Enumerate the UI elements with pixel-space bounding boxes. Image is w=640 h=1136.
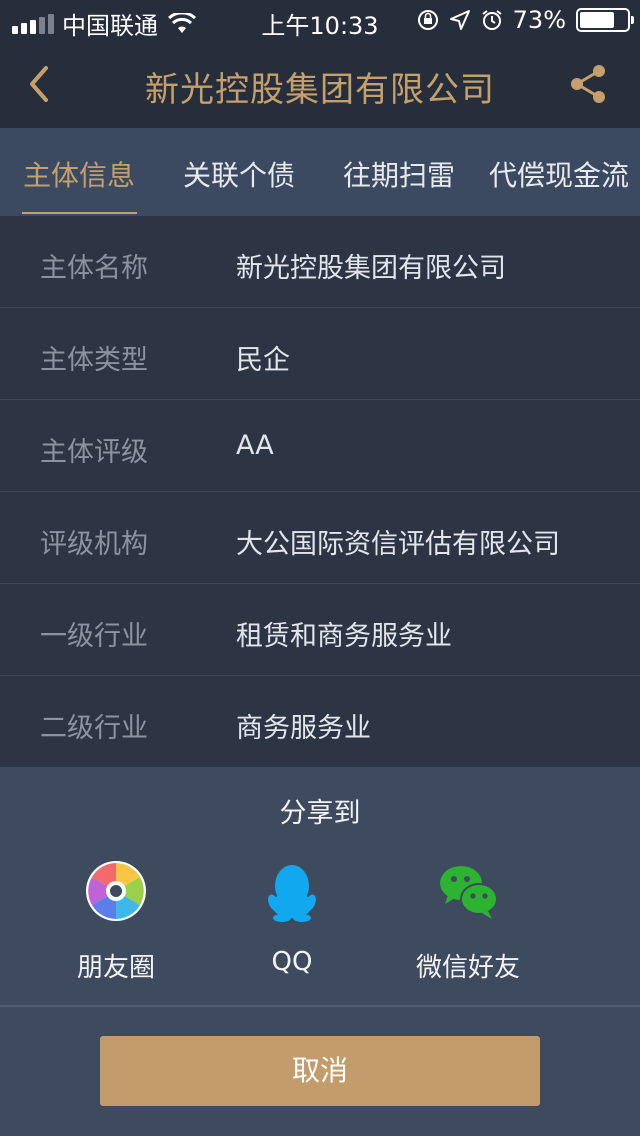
navigation-bar: 新光控股集团有限公司: [0, 40, 640, 128]
status-bar: 中国联通 上午10:33 73%: [0, 0, 640, 40]
share-option-label: QQ: [271, 947, 313, 977]
battery-percent: 73%: [512, 6, 566, 34]
location-arrow-icon: [449, 10, 470, 30]
alarm-icon: [482, 10, 502, 30]
share-option-label: 微信好友: [415, 953, 520, 983]
info-value: 商务服务业: [236, 713, 371, 744]
info-value: 大公国际资信评估有限公司: [236, 529, 560, 560]
tab-related-bonds[interactable]: 关联个债: [183, 154, 295, 194]
share-qq-button[interactable]: QQ: [212, 859, 372, 977]
info-row-primary-industry: 一级行业 租赁和商务服务业: [0, 584, 640, 676]
share-option-label: 朋友圈: [76, 953, 155, 983]
wechat-icon: [440, 866, 498, 919]
info-label: 一级行业: [40, 621, 148, 652]
moments-icon: [86, 861, 146, 921]
cancel-button[interactable]: 取消: [100, 1036, 540, 1106]
info-value: 民企: [236, 345, 290, 376]
page-title: 新光控股集团有限公司: [145, 70, 495, 110]
info-value: 新光控股集团有限公司: [236, 253, 506, 284]
entity-info-list: 主体名称 新光控股集团有限公司 主体类型 民企 主体评级 AA 评级机构 大公国…: [0, 216, 640, 768]
info-label: 二级行业: [40, 713, 148, 744]
info-row-entity-type: 主体类型 民企: [0, 308, 640, 400]
info-value: AA: [236, 430, 274, 461]
share-wechat-button[interactable]: 微信好友: [388, 859, 548, 984]
info-row-secondary-industry: 二级行业 商务服务业: [0, 676, 640, 768]
info-row-entity-name: 主体名称 新光控股集团有限公司: [0, 216, 640, 308]
qq-icon: [268, 865, 316, 922]
info-row-rating-agency: 评级机构 大公国际资信评估有限公司: [0, 492, 640, 584]
info-label: 主体名称: [40, 253, 148, 284]
share-moments-button[interactable]: 朋友圈: [36, 859, 196, 984]
tab-past-defaults[interactable]: 往期扫雷: [343, 154, 455, 194]
tab-bar: 主体信息 关联个债 往期扫雷 代偿现金流: [0, 128, 640, 216]
battery-icon: [576, 8, 634, 32]
info-label: 主体类型: [40, 345, 148, 376]
status-right: 73%: [417, 6, 634, 34]
info-value: 租赁和商务服务业: [236, 621, 452, 652]
tab-compensation-cashflow[interactable]: 代偿现金流: [489, 154, 629, 194]
battery-fill: [580, 12, 614, 28]
tab-entity-info[interactable]: 主体信息: [23, 154, 135, 194]
info-row-entity-rating: 主体评级 AA: [0, 400, 640, 492]
share-sheet-title: 分享到: [279, 798, 361, 829]
info-label: 评级机构: [40, 529, 148, 560]
info-label: 主体评级: [40, 437, 148, 468]
active-tab-indicator: [22, 212, 137, 214]
divider: [0, 1005, 640, 1007]
share-icon[interactable]: [566, 62, 610, 106]
orientation-lock-icon: [417, 10, 438, 30]
share-sheet: 分享到 朋友圈 QQ 微信好友 取消: [0, 767, 640, 1136]
